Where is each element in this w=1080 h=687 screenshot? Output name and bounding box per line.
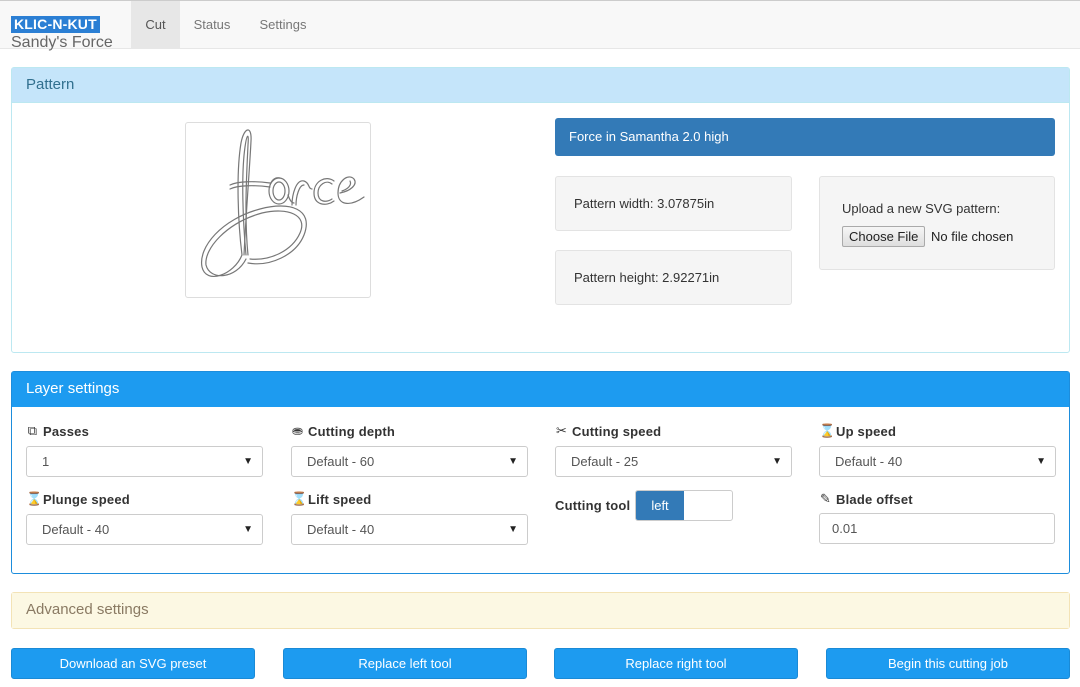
tab-status[interactable]: Status — [185, 1, 239, 49]
replace-right-tool-button[interactable]: Replace right tool — [554, 648, 798, 679]
up-speed-value: Default - 40 — [835, 454, 903, 469]
tab-settings[interactable]: Settings — [252, 1, 314, 49]
chevron-down-icon: ▼ — [243, 456, 253, 467]
cylinder-icon: ⛂ — [291, 423, 304, 438]
force-pattern-image — [201, 129, 365, 277]
pattern-height-well: Pattern height: 2.92271in — [555, 250, 792, 305]
upload-well: Upload a new SVG pattern: Choose File No… — [819, 176, 1055, 270]
scissors-icon: ✂ — [555, 423, 568, 438]
cutting-depth-value: Default - 60 — [307, 454, 375, 469]
cutting-speed-value: Default - 25 — [571, 454, 639, 469]
layer-settings-heading: Layer settings — [12, 372, 1069, 407]
chevron-down-icon: ▼ — [1036, 456, 1046, 467]
cutting-tool-toggle-on: left — [636, 491, 684, 520]
chevron-down-icon: ▼ — [772, 456, 782, 467]
advanced-settings-panel[interactable]: Advanced settings — [11, 592, 1070, 629]
choose-file-button[interactable]: Choose File — [842, 226, 926, 247]
up-speed-select[interactable]: Default - 40 ▼ — [819, 446, 1056, 477]
lift-speed-value: Default - 40 — [307, 522, 375, 537]
lift-speed-label-group: ⌛ Lift speed — [291, 491, 371, 507]
up-speed-label-group: ⌛ Up speed — [819, 423, 896, 439]
edit-icon: ✎ — [819, 491, 832, 506]
plunge-speed-label-group: ⌛ Plunge speed — [26, 491, 130, 507]
brand-subtitle: Sandy's Force — [11, 34, 113, 51]
hourglass-icon: ⌛ — [819, 423, 836, 438]
pattern-name-banner: Force in Samantha 2.0 high — [555, 118, 1055, 156]
passes-label-group: ⧉ Passes — [26, 423, 89, 439]
cutting-depth-label: Cutting depth — [308, 423, 396, 439]
pattern-thumbnail — [185, 122, 371, 298]
replace-left-tool-button[interactable]: Replace left tool — [283, 648, 527, 679]
advanced-settings-heading[interactable]: Advanced settings — [12, 593, 1069, 628]
passes-select[interactable]: 1 ▼ — [26, 446, 263, 477]
navbar: KLIC-N-KUT Sandy's Force Cut Status Sett… — [0, 0, 1080, 52]
pattern-heading: Pattern — [12, 68, 1069, 103]
file-status-text: No file chosen — [931, 229, 1014, 244]
layer-settings-panel: Layer settings ⧉ Passes 1 ▼ ⛂ Cutting de… — [11, 371, 1070, 574]
brand[interactable]: KLIC-N-KUT Sandy's Force — [11, 16, 121, 52]
tab-cut[interactable]: Cut — [131, 1, 180, 49]
cutting-tool-label-group: Cutting tool — [555, 498, 630, 513]
hourglass-icon: ⌛ — [26, 491, 43, 506]
brand-logo: KLIC-N-KUT — [11, 16, 100, 33]
blade-offset-value: 0.01 — [832, 521, 858, 536]
passes-label: Passes — [43, 423, 90, 439]
chevron-down-icon: ▼ — [508, 456, 518, 467]
hourglass-icon: ⌛ — [291, 491, 308, 506]
cutting-speed-select[interactable]: Default - 25 ▼ — [555, 446, 792, 477]
plunge-speed-select[interactable]: Default - 40 ▼ — [26, 514, 263, 545]
upload-label: Upload a new SVG pattern: — [842, 201, 1001, 216]
pattern-panel: Pattern Force in Samantha 2.0 high Patte… — [11, 67, 1070, 353]
lift-speed-label: Lift speed — [308, 491, 372, 507]
blade-offset-label: Blade offset — [836, 491, 913, 507]
pattern-width-well: Pattern width: 3.07875in — [555, 176, 792, 231]
cutting-depth-label-group: ⛂ Cutting depth — [291, 423, 395, 439]
cutting-speed-label-group: ✂ Cutting speed — [555, 423, 661, 439]
cutting-depth-select[interactable]: Default - 60 ▼ — [291, 446, 528, 477]
chevron-down-icon: ▼ — [508, 524, 518, 535]
lift-speed-select[interactable]: Default - 40 ▼ — [291, 514, 528, 545]
blade-offset-label-group: ✎ Blade offset — [819, 491, 913, 507]
begin-cutting-job-button[interactable]: Begin this cutting job — [826, 648, 1070, 679]
up-speed-label: Up speed — [836, 423, 897, 439]
cutting-tool-label: Cutting tool — [555, 498, 631, 513]
plunge-speed-value: Default - 40 — [42, 522, 110, 537]
blade-offset-input[interactable]: 0.01 — [819, 513, 1055, 544]
passes-value: 1 — [42, 454, 50, 469]
pattern-height-text: Pattern height: 2.92271in — [574, 270, 720, 285]
cutting-speed-label: Cutting speed — [572, 423, 662, 439]
plunge-speed-label: Plunge speed — [43, 491, 130, 507]
download-svg-preset-button[interactable]: Download an SVG preset — [11, 648, 255, 679]
copy-icon: ⧉ — [27, 423, 38, 438]
chevron-down-icon: ▼ — [243, 524, 253, 535]
cutting-tool-toggle[interactable]: left — [635, 490, 733, 521]
pattern-width-text: Pattern width: 3.07875in — [574, 196, 715, 211]
